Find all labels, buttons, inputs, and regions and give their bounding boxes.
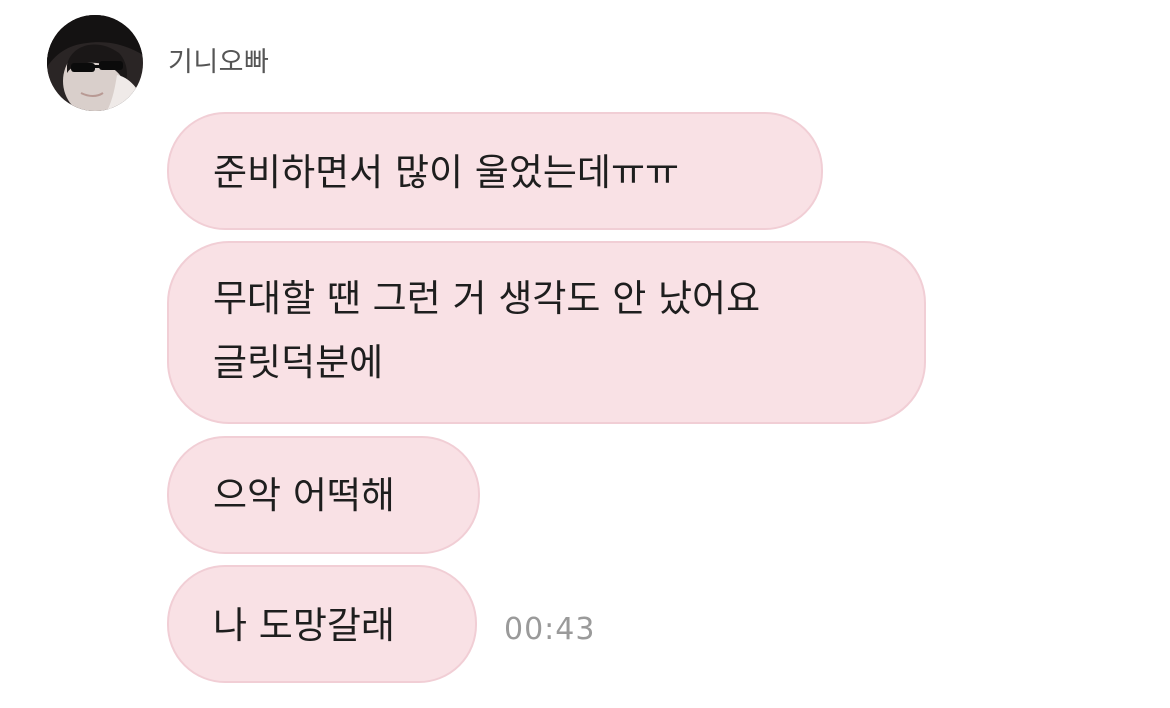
sender-avatar[interactable] [47,15,143,111]
message-text: 준비하면서 많이 울었는데ㅠㅠ [213,151,680,194]
sender-name: 기니오빠 [168,47,270,78]
message-text: 글릿덕분에 [213,341,384,384]
message-bubble[interactable]: 나 도망갈래 [167,565,477,683]
message-text: 무대할 땐 그런 거 생각도 안 났어요 [213,277,761,320]
message-bubble[interactable]: 으악 어떡해 [167,436,480,554]
message-text: 으악 어떡해 [213,474,395,517]
message-bubble[interactable]: 준비하면서 많이 울었는데ㅠㅠ [167,112,823,230]
message-text: 나 도망갈래 [213,604,395,647]
message-timestamp: 00:43 [504,612,596,647]
profile-photo-icon [47,15,143,111]
message-bubble[interactable]: 무대할 땐 그런 거 생각도 안 났어요 글릿덕분에 [167,241,926,424]
